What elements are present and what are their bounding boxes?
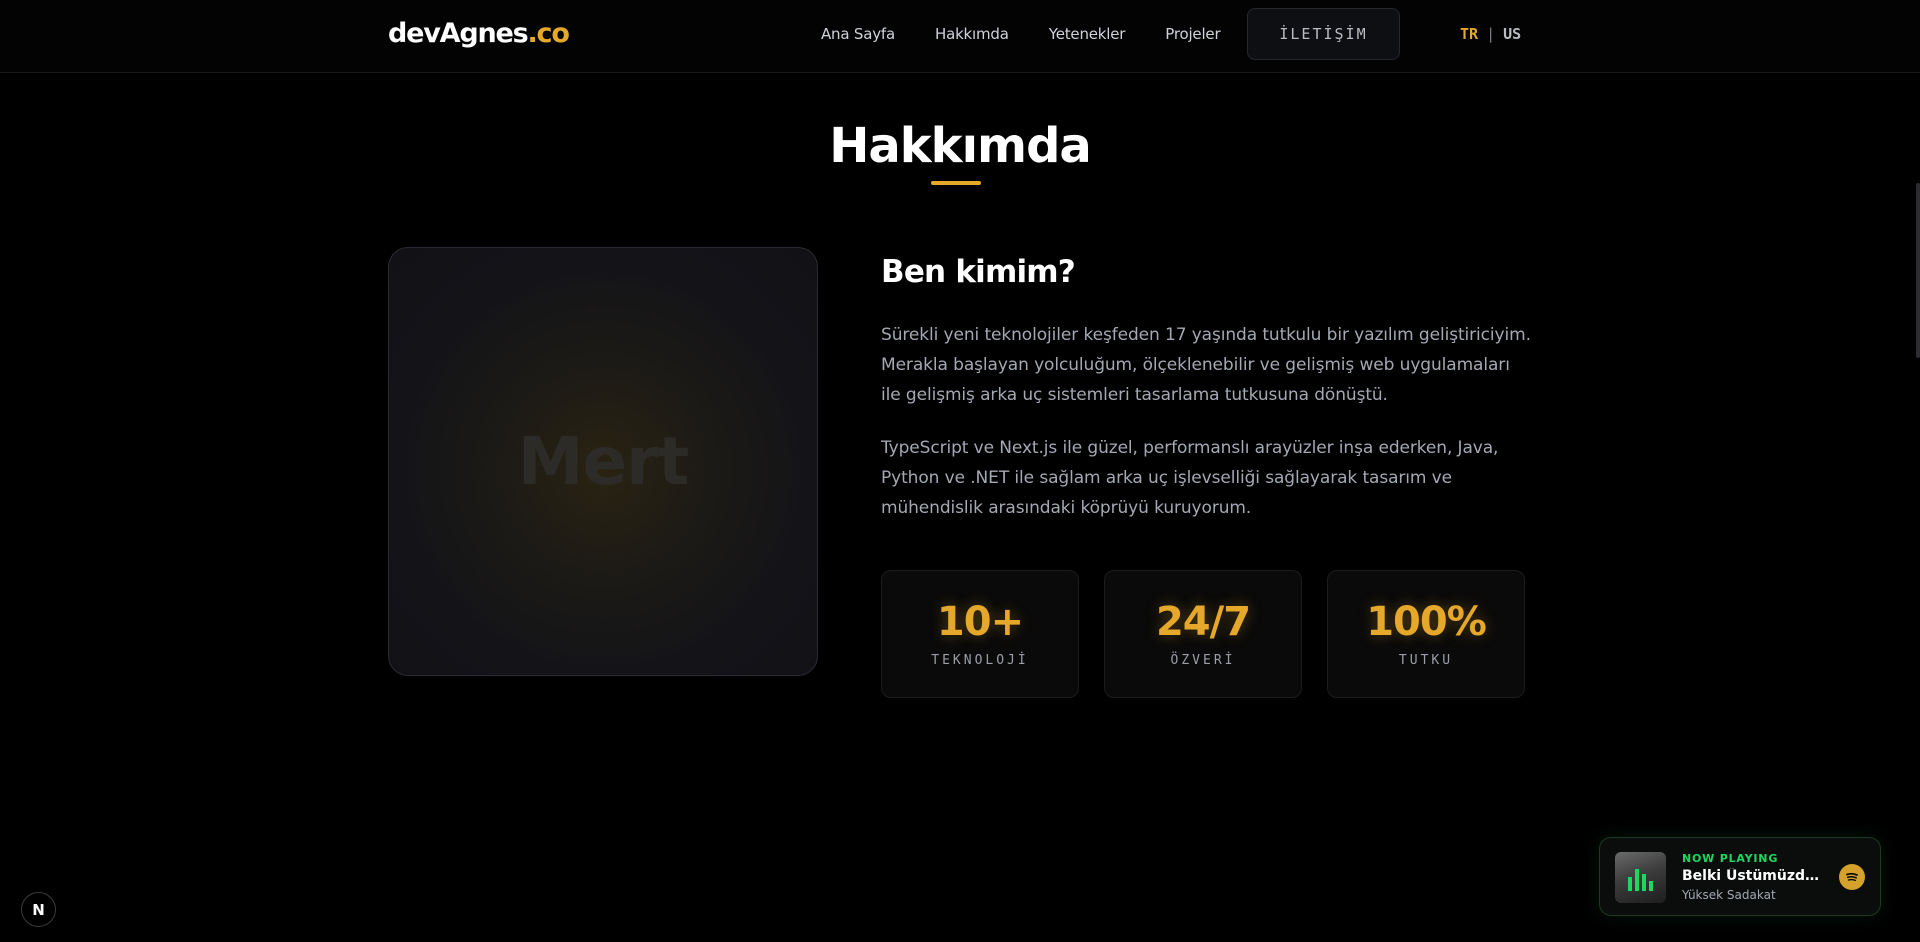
- nav-link-projects[interactable]: Projeler: [1165, 25, 1220, 43]
- lang-tr-option[interactable]: TR: [1460, 25, 1478, 43]
- section-title: Hakkımda: [829, 118, 1092, 174]
- stat-label: ÖZVERİ: [1170, 653, 1236, 668]
- nextjs-dev-badge[interactable]: N: [21, 892, 56, 927]
- who-am-i-heading: Ben kimim?: [881, 254, 1076, 290]
- logo-tld: .co: [527, 18, 569, 49]
- track-artist: Yüksek Sadakat: [1682, 888, 1776, 902]
- album-cover: [1615, 852, 1666, 903]
- profile-photo-card: Mert: [388, 247, 818, 676]
- logo-main: devAgnes: [388, 18, 529, 49]
- photo-placeholder-text: Mert: [517, 423, 690, 500]
- now-playing-widget[interactable]: NOW PLAYING Belki Üstümüzden Bir Kuş Geç…: [1599, 837, 1881, 916]
- stat-value: 10+: [936, 599, 1024, 645]
- about-paragraph-1: Sürekli yeni teknolojiler keşfeden 17 ya…: [881, 325, 1531, 405]
- lang-separator: |: [1486, 25, 1496, 43]
- stat-value: 100%: [1366, 599, 1487, 645]
- navbar: devAgnes.co Ana Sayfa Hakkımda Yetenekle…: [0, 0, 1920, 73]
- stat-label: TUTKU: [1398, 653, 1454, 668]
- nav-link-home[interactable]: Ana Sayfa: [821, 25, 895, 43]
- title-underline: [931, 181, 981, 185]
- nav-links: Ana Sayfa Hakkımda Yetenekler Projeler: [821, 25, 1260, 43]
- equalizer-icon: [1628, 869, 1653, 891]
- stat-card-technology: 10+ TEKNOLOJİ: [881, 570, 1079, 698]
- stat-value: 24/7: [1155, 599, 1251, 645]
- stat-label: TEKNOLOJİ: [931, 653, 1029, 668]
- now-playing-label: NOW PLAYING: [1682, 852, 1779, 865]
- site-logo[interactable]: devAgnes.co: [388, 18, 570, 49]
- track-title: Belki Üstümüzden Bir Kuş Geçer: [1682, 868, 1827, 884]
- language-switcher: TR | US: [1460, 25, 1521, 43]
- nav-link-about[interactable]: Hakkımda: [935, 25, 1009, 43]
- spotify-icon[interactable]: [1839, 864, 1865, 890]
- scrollbar-thumb[interactable]: [1916, 183, 1920, 358]
- stat-card-dedication: 24/7 ÖZVERİ: [1104, 570, 1302, 698]
- contact-button[interactable]: İLETİŞİM: [1247, 8, 1400, 60]
- lang-us-option[interactable]: US: [1503, 25, 1521, 43]
- about-paragraph-2: TypeScript ve Next.js ile güzel, perform…: [881, 438, 1499, 518]
- spotify-waves-icon: [1846, 872, 1858, 882]
- nav-link-skills[interactable]: Yetenekler: [1049, 25, 1126, 43]
- stat-card-passion: 100% TUTKU: [1327, 570, 1525, 698]
